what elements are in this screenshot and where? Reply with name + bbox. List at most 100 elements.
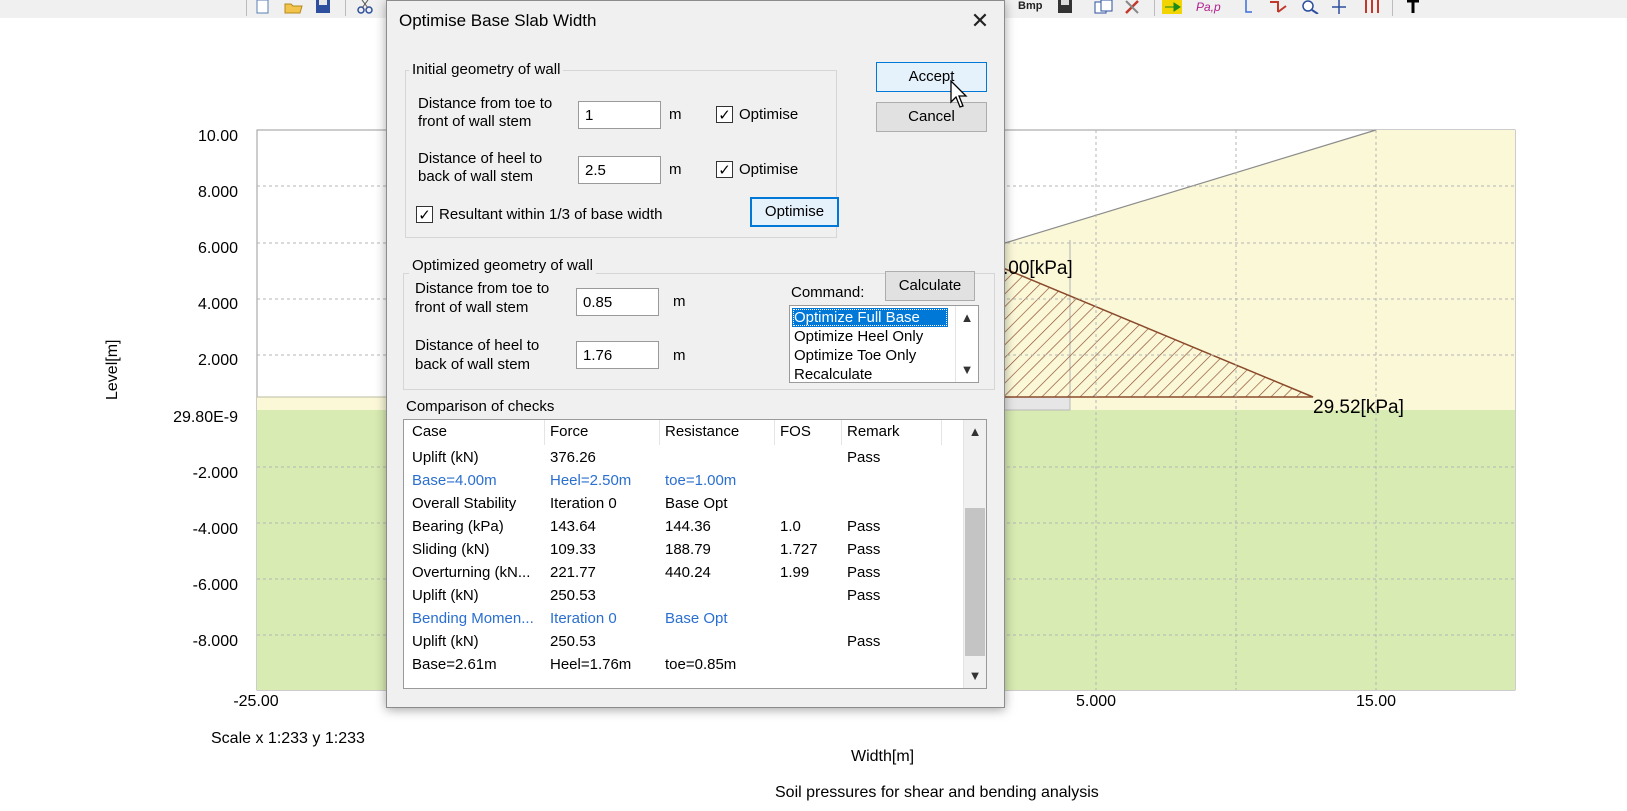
table-cell-resistance: 440.24 bbox=[665, 564, 711, 581]
table-row[interactable]: Overall Stability Iteration 0 Base Opt bbox=[404, 493, 964, 515]
checkbox-box: ✓ bbox=[416, 206, 433, 224]
close-icon[interactable]: ✕ bbox=[966, 7, 994, 35]
column-divider bbox=[774, 420, 775, 445]
scroll-up-icon[interactable]: ▲ bbox=[964, 422, 986, 442]
mouse-cursor-icon bbox=[950, 80, 968, 108]
resultant-checkbox[interactable]: ✓ Resultant within 1/3 of base width bbox=[416, 206, 663, 224]
table-row[interactable]: Bearing (kPa) 143.64 144.36 1.0 Pass bbox=[404, 516, 964, 538]
optimise-button[interactable]: Optimise bbox=[750, 197, 839, 227]
scroll-up-icon[interactable]: ▲ bbox=[956, 308, 978, 328]
checks-table[interactable]: Case Force Resistance FOS Remark Uplift … bbox=[403, 419, 987, 689]
column-header-force[interactable]: Force bbox=[550, 423, 588, 440]
optimise-heel-checkbox[interactable]: ✓ Optimise bbox=[716, 161, 798, 179]
command-listbox[interactable]: Optimize Full Base Optimize Heel Only Op… bbox=[789, 305, 979, 383]
x-tick-label: 15.00 bbox=[1355, 693, 1397, 710]
table-row[interactable]: Base=2.61m Heel=1.76m toe=0.85m bbox=[404, 654, 964, 676]
listbox-scrollbar[interactable]: ▲ ▼ bbox=[955, 306, 978, 382]
scroll-thumb[interactable] bbox=[965, 508, 985, 656]
table-cell-remark: Pass bbox=[847, 449, 881, 466]
table-cell-case: Uplift (kN) bbox=[412, 449, 479, 466]
optimized-geometry-title: Optimized geometry of wall bbox=[409, 257, 596, 274]
table-cell-force: 143.64 bbox=[550, 518, 596, 535]
copy-icon[interactable] bbox=[1094, 0, 1114, 16]
zoom-icon[interactable] bbox=[1300, 0, 1320, 16]
load-icon[interactable] bbox=[1268, 0, 1288, 16]
table-cell-case: Sliding (kN) bbox=[412, 541, 490, 558]
table-cell-resistance: Base Opt bbox=[665, 495, 728, 512]
checkbox-label: Resultant within 1/3 of base width bbox=[439, 206, 663, 223]
optimized-toe-input[interactable]: 0.85 bbox=[576, 288, 659, 316]
column-header-fos[interactable]: FOS bbox=[780, 423, 811, 440]
table-cell-force: 221.77 bbox=[550, 564, 596, 581]
table-cell-remark: Pass bbox=[847, 541, 881, 558]
command-option[interactable]: Recalculate bbox=[792, 365, 948, 384]
table-cell-force: Heel=2.50m bbox=[550, 472, 632, 489]
base-slab bbox=[999, 396, 1071, 411]
new-file-icon[interactable] bbox=[254, 0, 274, 16]
section-icon[interactable] bbox=[1404, 0, 1424, 16]
y-tick-label: 10.00 bbox=[197, 128, 238, 145]
initial-toe-input[interactable]: 1 bbox=[578, 101, 661, 129]
toolbar-separator bbox=[246, 0, 247, 16]
optimized-heel-input[interactable]: 1.76 bbox=[576, 341, 659, 369]
table-row[interactable]: Uplift (kN) 250.53 Pass bbox=[404, 585, 964, 607]
save-icon[interactable] bbox=[314, 0, 334, 16]
checkbox-box: ✓ bbox=[716, 161, 733, 179]
table-row[interactable]: Base=4.00m Heel=2.50m toe=1.00m bbox=[404, 470, 964, 492]
cut-icon[interactable] bbox=[356, 0, 376, 16]
table-cell-force: Heel=1.76m bbox=[550, 656, 632, 673]
table-cell-case: Bearing (kPa) bbox=[412, 518, 504, 535]
column-header-remark[interactable]: Remark bbox=[847, 423, 900, 440]
y-tick-label: -6.000 bbox=[192, 577, 238, 594]
table-cell-force: 109.33 bbox=[550, 541, 596, 558]
toe-soil bbox=[257, 397, 397, 410]
command-option[interactable]: Optimize Heel Only bbox=[792, 327, 948, 346]
scroll-down-icon[interactable]: ▼ bbox=[956, 360, 978, 380]
bracket-icon[interactable] bbox=[1238, 0, 1258, 16]
cancel-button[interactable]: Cancel bbox=[876, 102, 987, 132]
pan-icon[interactable] bbox=[1330, 0, 1350, 16]
table-row[interactable]: Overturning (kN... 221.77 440.24 1.99 Pass bbox=[404, 562, 964, 584]
table-row[interactable]: Uplift (kN) 376.26 Pass bbox=[404, 447, 964, 469]
table-cell-remark: Pass bbox=[847, 633, 881, 650]
table-row[interactable]: Bending Momen... Iteration 0 Base Opt bbox=[404, 608, 964, 630]
column-divider bbox=[841, 420, 842, 445]
column-header-resistance[interactable]: Resistance bbox=[665, 423, 739, 440]
tools-icon[interactable] bbox=[1124, 0, 1144, 16]
table-cell-fos: 1.727 bbox=[780, 541, 818, 558]
run-arrow-icon[interactable] bbox=[1162, 0, 1182, 16]
open-folder-icon[interactable] bbox=[284, 0, 304, 16]
table-cell-remark: Pass bbox=[847, 518, 881, 535]
pressure-top-label: .00[kPa] bbox=[1003, 258, 1073, 279]
save-icon-2[interactable] bbox=[1056, 0, 1076, 16]
optimise-toe-checkbox[interactable]: ✓ Optimise bbox=[716, 106, 799, 124]
initial-heel-label-line2: back of wall stem bbox=[418, 168, 534, 185]
table-cell-case: Uplift (kN) bbox=[412, 587, 479, 604]
y-tick-label: -8.000 bbox=[192, 633, 238, 650]
table-row[interactable]: Sliding (kN) 109.33 188.79 1.727 Pass bbox=[404, 539, 964, 561]
table-row[interactable]: Uplift (kN) 250.53 Pass bbox=[404, 631, 964, 653]
table-cell-force: 376.26 bbox=[550, 449, 596, 466]
pressure-icon[interactable]: Pa,p bbox=[1196, 0, 1226, 16]
y-tick-label: 6.000 bbox=[197, 240, 238, 257]
table-cell-case: Overturning (kN... bbox=[412, 564, 531, 581]
bmp-export-icon[interactable]: Bmp bbox=[1018, 0, 1046, 16]
command-option[interactable]: Optimize Toe Only bbox=[792, 346, 948, 365]
table-scrollbar[interactable]: ▲ ▼ bbox=[963, 420, 986, 688]
x-axis-label: Width[m] bbox=[851, 748, 915, 765]
table-cell-case: Bending Momen... bbox=[412, 610, 534, 627]
checkbox-label: Optimise bbox=[739, 106, 799, 123]
table-cell-remark: Pass bbox=[847, 587, 881, 604]
column-header-case[interactable]: Case bbox=[412, 423, 447, 440]
calculate-button[interactable]: Calculate bbox=[885, 271, 975, 301]
loads-icon[interactable] bbox=[1362, 0, 1382, 16]
table-cell-force: 250.53 bbox=[550, 633, 596, 650]
table-cell-force: Iteration 0 bbox=[550, 495, 617, 512]
command-option[interactable]: Optimize Full Base bbox=[792, 308, 948, 327]
y-tick-label: 8.000 bbox=[197, 184, 238, 201]
accept-button[interactable]: Accept bbox=[876, 62, 987, 92]
y-tick-label: 2.000 bbox=[197, 352, 238, 369]
y-tick-label: -2.000 bbox=[192, 465, 238, 482]
scroll-down-icon[interactable]: ▼ bbox=[964, 666, 986, 686]
initial-heel-input[interactable]: 2.5 bbox=[578, 156, 661, 184]
